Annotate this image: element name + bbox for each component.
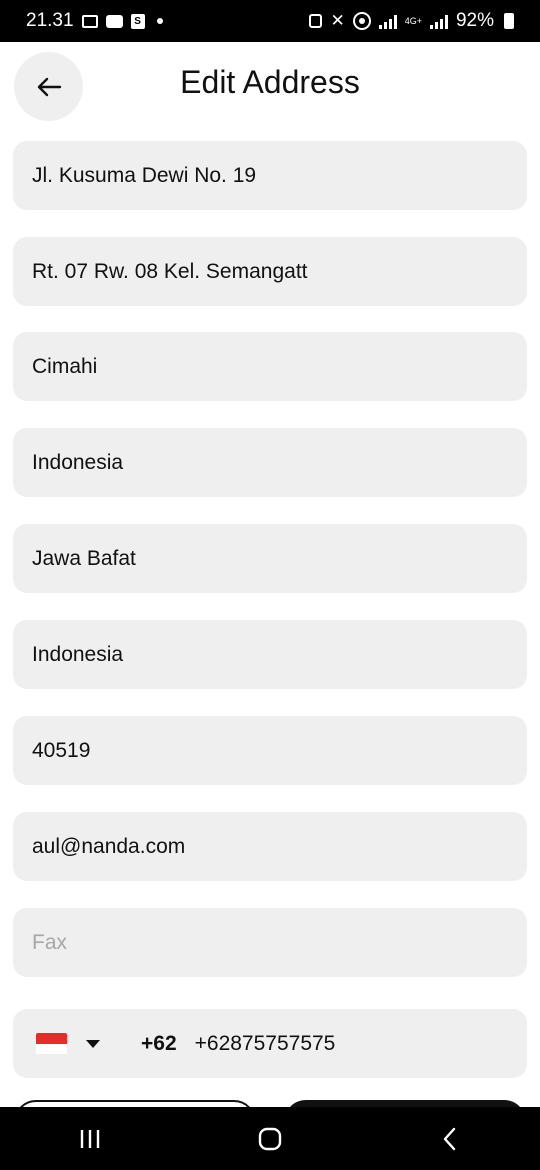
phone-field[interactable]: +62: [13, 1009, 527, 1078]
chevron-down-icon[interactable]: [86, 1039, 100, 1048]
signal-2-icon: [429, 14, 448, 29]
status-time: 21.31: [26, 10, 74, 31]
country-field[interactable]: [13, 428, 527, 497]
province-input[interactable]: [32, 546, 508, 571]
recent-apps-icon: [80, 1129, 100, 1148]
back-nav-button[interactable]: [410, 1107, 490, 1170]
shopee-notification-icon: S: [130, 13, 145, 29]
country-2-field[interactable]: [13, 620, 527, 689]
address-line-2-field[interactable]: [13, 237, 527, 306]
mute-icon: ✕: [330, 11, 345, 30]
hotspot-icon: [352, 12, 371, 30]
address-line-2-input[interactable]: [32, 259, 508, 284]
status-left: 21.31 S: [26, 10, 163, 32]
dial-code: +62: [141, 1031, 177, 1055]
province-field[interactable]: [13, 524, 527, 593]
home-button[interactable]: [230, 1107, 310, 1170]
country-input[interactable]: [32, 450, 508, 475]
postal-code-field[interactable]: [13, 716, 527, 785]
fax-field[interactable]: [13, 908, 527, 977]
message-notification-icon: [105, 14, 123, 28]
phone-input[interactable]: [194, 1031, 415, 1056]
more-notifications-icon: [156, 18, 163, 24]
city-field[interactable]: [13, 332, 527, 401]
indonesia-flag-icon[interactable]: [36, 1033, 67, 1054]
status-bar: 21.31 S ✕ 4G+ 92%: [0, 0, 540, 42]
recent-apps-button[interactable]: [50, 1107, 130, 1170]
address-line-1-input[interactable]: [32, 163, 508, 188]
battery-icon: [504, 13, 514, 29]
country-2-input[interactable]: [32, 642, 508, 667]
email-input[interactable]: [32, 834, 508, 859]
signal-icon: [378, 14, 397, 29]
fax-input[interactable]: [32, 930, 508, 955]
status-right: ✕ 4G+ 92%: [309, 10, 514, 32]
gallery-notification-icon: [81, 14, 98, 28]
home-icon: [258, 1127, 282, 1150]
system-nav-bar: [0, 1107, 540, 1170]
battery-percent: 92%: [455, 10, 494, 31]
email-field[interactable]: [13, 812, 527, 881]
lock-icon: [309, 14, 323, 28]
network-type-label: 4G+: [404, 15, 422, 26]
city-input[interactable]: [32, 354, 508, 379]
address-line-1-field[interactable]: [13, 141, 527, 210]
back-chevron-icon: [443, 1127, 456, 1150]
page-title: Edit Address: [180, 64, 360, 100]
postal-code-input[interactable]: [32, 738, 508, 763]
